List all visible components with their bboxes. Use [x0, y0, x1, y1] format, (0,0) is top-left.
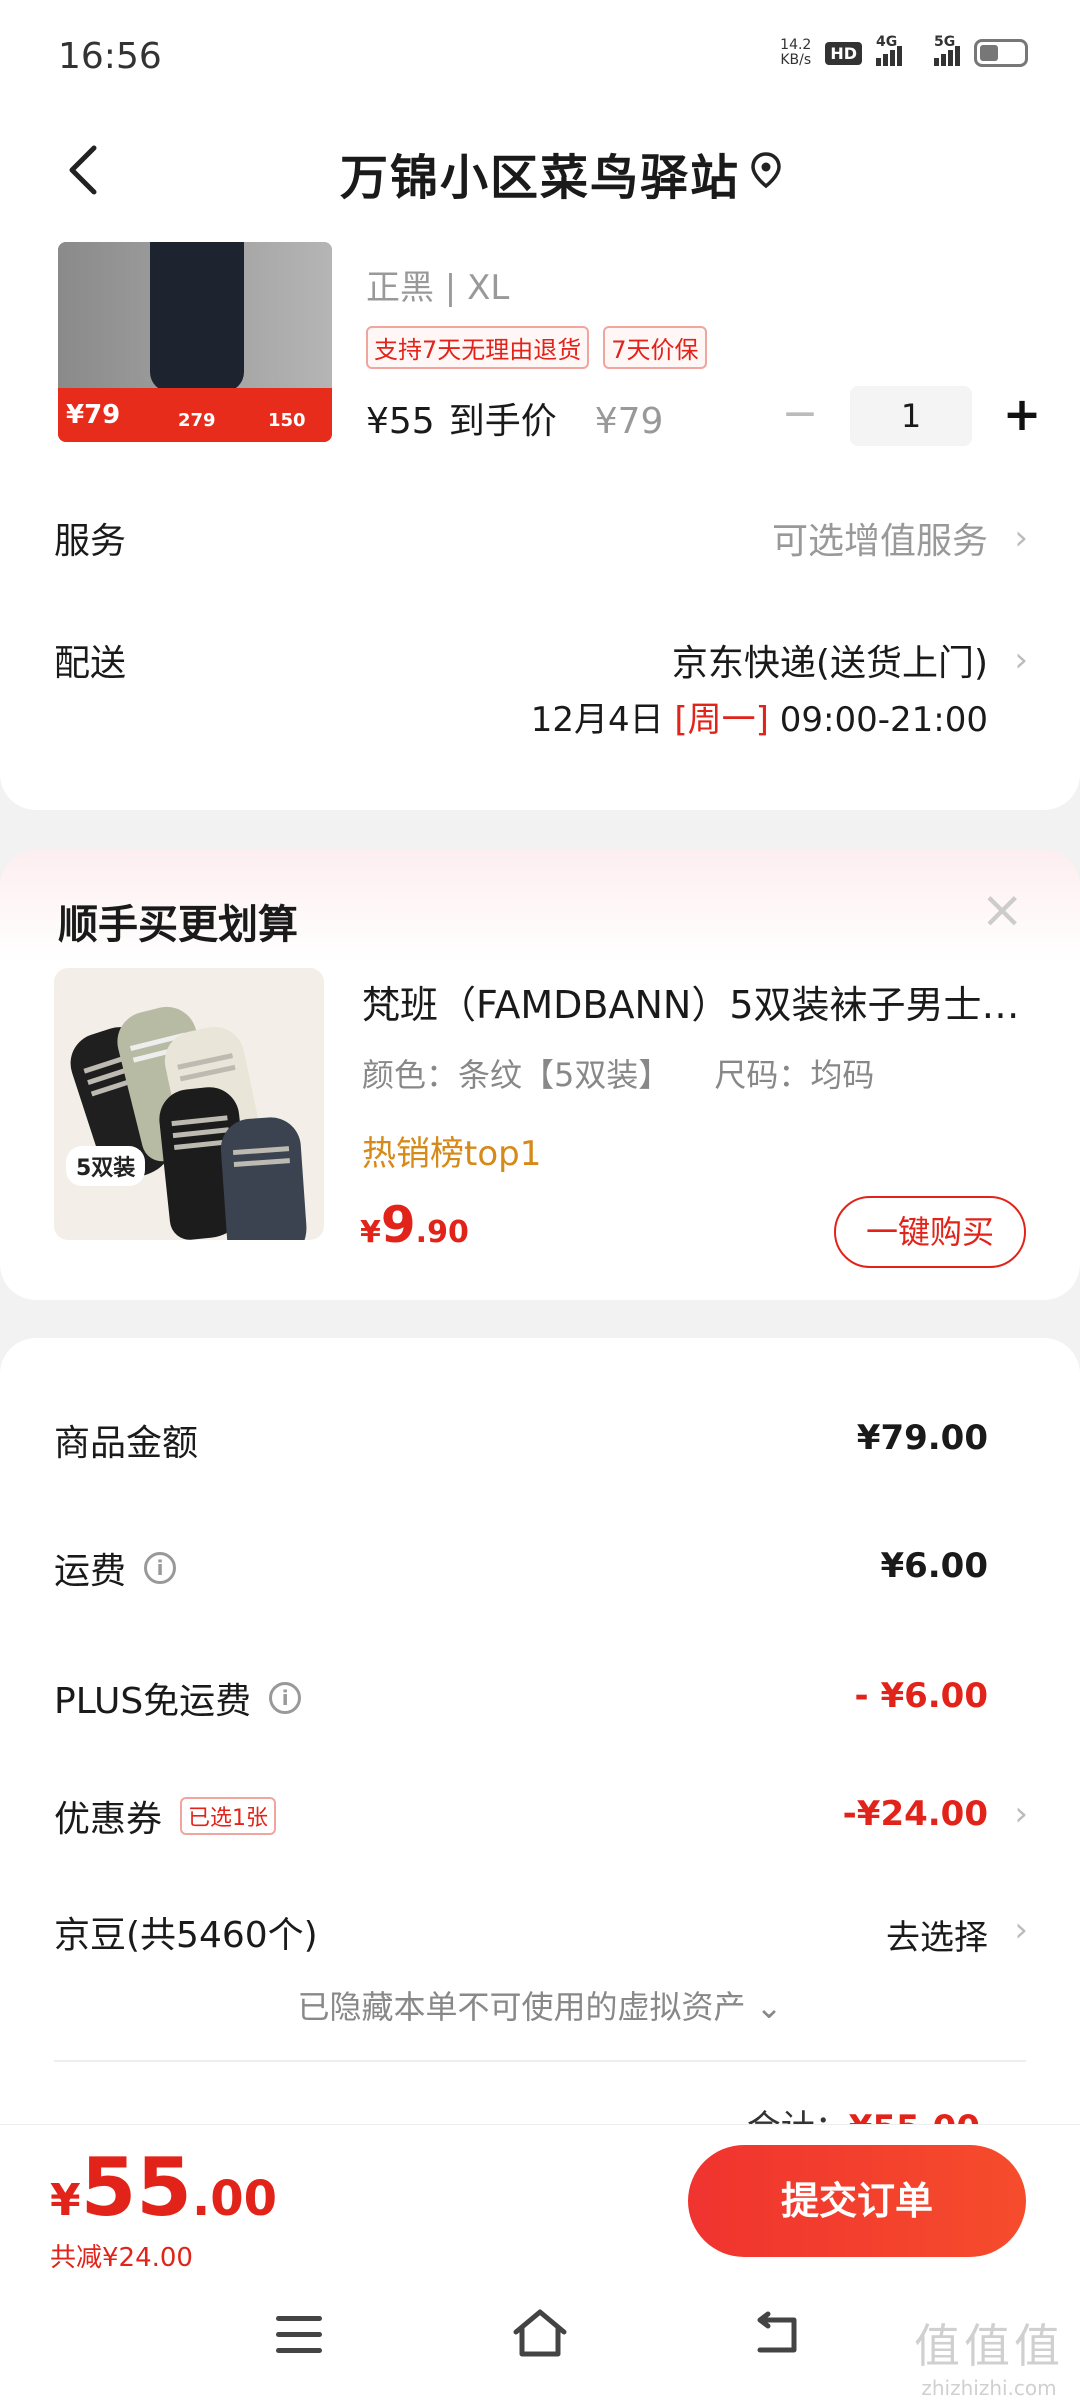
total-discount: 共减¥24.00 [50, 2243, 193, 2273]
signal-4g-icon: 4G [876, 34, 902, 66]
status-bar: 16:56 14.2 KB/s HD 4G 5G [0, 0, 1080, 120]
recommend-card: 顺手买更划算 × 5双装 梵班（FAMDBANN）5双装袜子男士运动袜 颜色：条… [0, 850, 1080, 1300]
delivery-label: 配送 [54, 643, 127, 684]
recommend-title: 顺手买更划算 [58, 902, 298, 948]
decrease-button[interactable]: − [780, 392, 820, 436]
goods-amount-row: 商品金额 ¥79.00 [54, 1418, 988, 1464]
chevron-right-icon: › [1014, 518, 1028, 558]
page-title[interactable]: 万锦小区菜鸟驿站 [0, 138, 1080, 208]
network-speed: 14.2 KB/s [780, 37, 812, 68]
total-price: ¥55.00 [50, 2141, 277, 2234]
pack-badge: 5双装 [66, 1146, 146, 1186]
order-header-card: 16:56 14.2 KB/s HD 4G 5G 万锦小区菜鸟驿站 ¥79 27… [0, 0, 1080, 810]
price-row: ¥55 到手价 ¥79 [366, 392, 663, 444]
menu-icon[interactable] [276, 2316, 322, 2354]
freight-amount: ¥6.00 [880, 1546, 988, 1586]
freight-row: 运费 i ¥6.00 [54, 1546, 988, 1592]
recommend-product-image[interactable]: 5双装 [54, 968, 324, 1240]
product-image-price-band: ¥79 279 150 [58, 388, 332, 442]
close-icon[interactable]: × [980, 884, 1024, 936]
info-icon[interactable]: i [144, 1552, 177, 1584]
service-row[interactable]: 服务 可选增值服务 › [54, 512, 1028, 572]
jd-beans-row[interactable]: 京豆(共5460个) 去选择 › [54, 1906, 1028, 1966]
delivery-row[interactable]: 配送 京东快递(送货上门) › [54, 634, 1028, 694]
recommend-price: ¥9.90 [360, 1196, 469, 1254]
chevron-right-icon: › [1014, 640, 1028, 680]
service-label: 服务 [54, 521, 127, 562]
service-value: 可选增值服务 [771, 521, 988, 562]
product-variant[interactable]: 正黑 | XL [366, 260, 509, 309]
delivery-time[interactable]: 12月4日 [周一] 09:00-21:00 [531, 692, 988, 741]
back-icon[interactable] [752, 2310, 802, 2360]
recommend-product-spec: 颜色：条纹【5双装】 尺码：均码 [362, 1056, 875, 1094]
chevron-right-icon: › [1014, 1910, 1028, 1950]
one-click-buy-button[interactable]: 一键购买 [834, 1196, 1026, 1268]
product-item: ¥79 279 150 正黑 | XL 支持7天无理由退货 7天价保 ¥55 到… [0, 242, 1080, 452]
hidden-assets-toggle[interactable]: 已隐藏本单不可使用的虚拟资产 ⌄ [0, 1982, 1080, 2028]
status-time: 16:56 [58, 36, 162, 77]
plus-discount-amount: - ¥6.00 [854, 1676, 989, 1716]
price-protect-tag: 7天价保 [603, 326, 707, 369]
nav-bar: 万锦小区菜鸟驿站 [0, 120, 1080, 220]
delivery-method: 京东快递(送货上门) [671, 643, 988, 684]
hot-rank-label: 热销榜top1 [362, 1134, 542, 1174]
beans-select: 去选择 [886, 1918, 988, 1958]
plus-free-freight-row: PLUS免运费 i - ¥6.00 [54, 1676, 989, 1722]
goods-amount: ¥79.00 [856, 1418, 988, 1458]
checkout-bar: ¥55.00 共减¥24.00 提交订单 [0, 2124, 1080, 2274]
final-price: ¥55 [366, 401, 435, 442]
coupon-selected-badge: 已选1张 [180, 1797, 277, 1835]
home-icon[interactable] [510, 2306, 570, 2360]
watermark: 值值值 zhizhizhi.com [914, 2319, 1064, 2400]
status-icons: 14.2 KB/s HD 4G 5G [780, 34, 1028, 68]
battery-icon [974, 39, 1028, 67]
product-image[interactable]: ¥79 279 150 [58, 242, 332, 442]
service-tags: 支持7天无理由退货 7天价保 [366, 326, 707, 369]
recommend-product-name[interactable]: 梵班（FAMDBANN）5双装袜子男士运动袜 [362, 974, 1022, 1029]
coupon-amount: -¥24.00 [842, 1794, 988, 1834]
return-policy-tag: 支持7天无理由退货 [366, 326, 590, 369]
final-price-label: 到手价 [448, 401, 557, 442]
submit-order-button[interactable]: 提交订单 [688, 2145, 1026, 2257]
quantity-field[interactable]: 1 [850, 386, 972, 446]
coupon-row[interactable]: 优惠券 已选1张 -¥24.00 › [54, 1790, 1028, 1850]
chevron-right-icon: › [1014, 1794, 1028, 1834]
signal-5g-icon: 5G [934, 34, 960, 66]
hd-icon: HD [825, 41, 862, 65]
divider [54, 2060, 1026, 2062]
location-pin-icon[interactable] [748, 150, 784, 190]
quantity-stepper: − 1 + [780, 386, 1042, 446]
info-icon[interactable]: i [269, 1682, 302, 1714]
increase-button[interactable]: + [1002, 391, 1042, 437]
original-price: ¥79 [594, 401, 664, 442]
